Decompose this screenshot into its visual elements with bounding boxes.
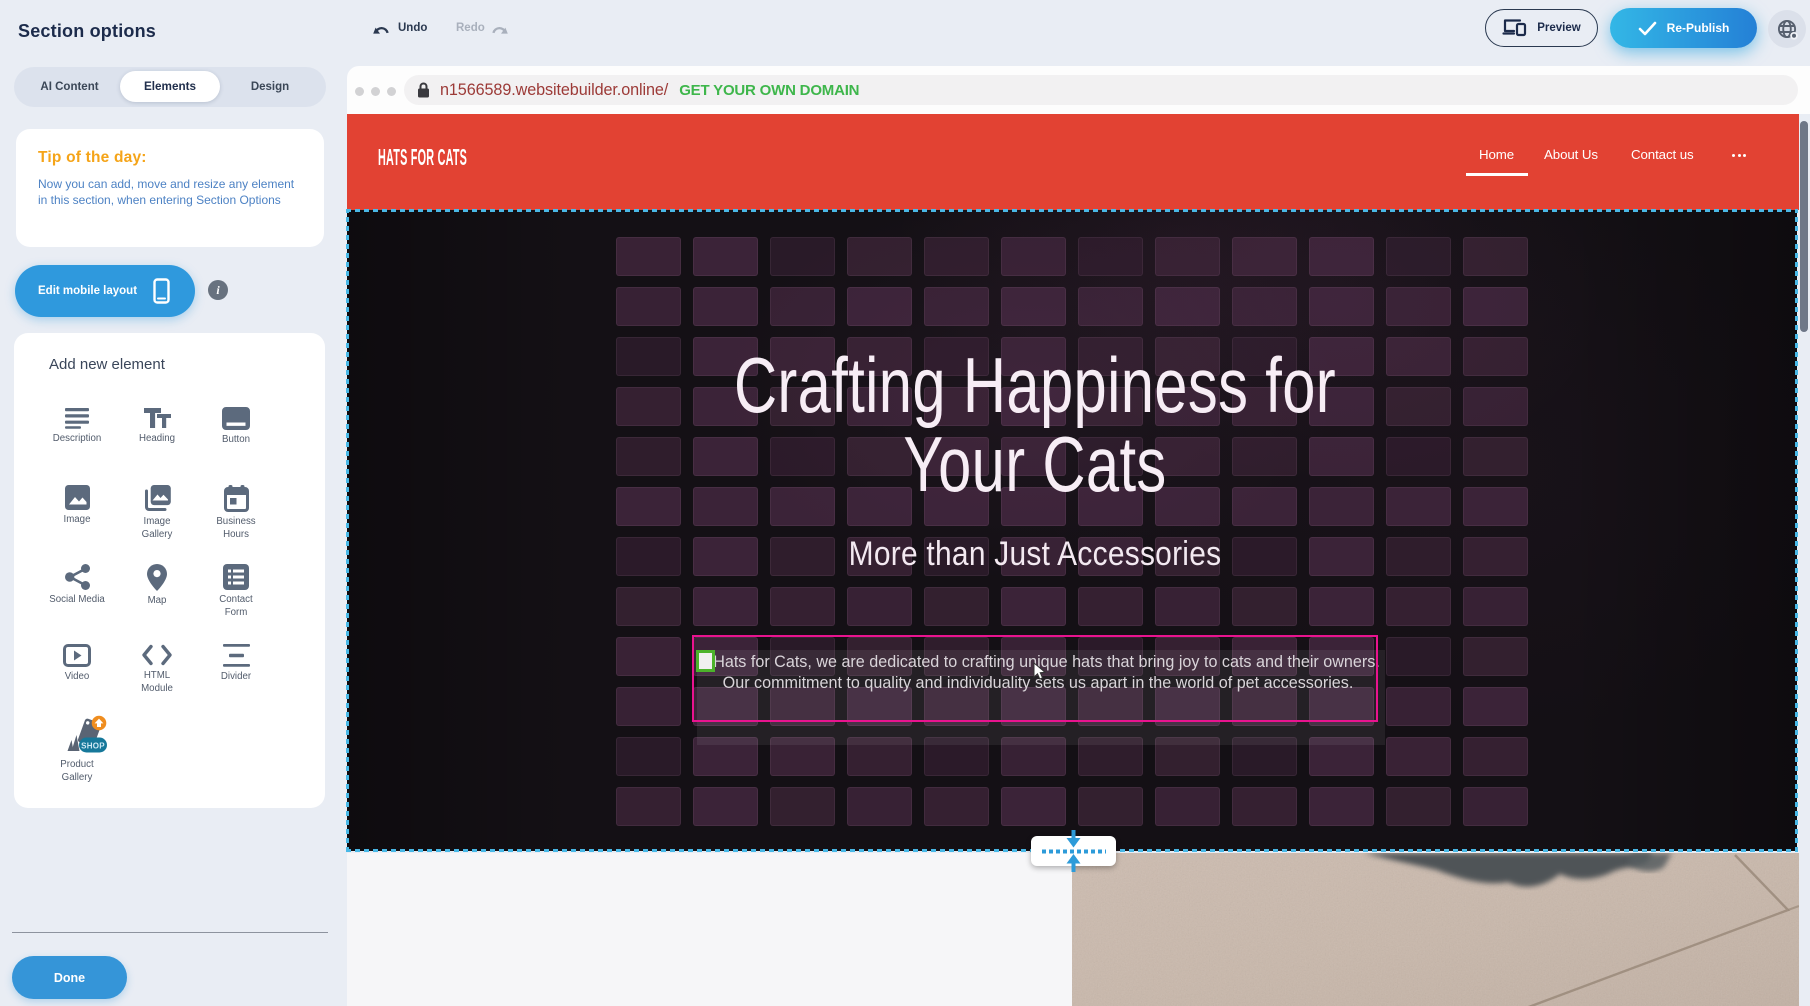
svg-text:SHOP: SHOP [81,742,105,751]
